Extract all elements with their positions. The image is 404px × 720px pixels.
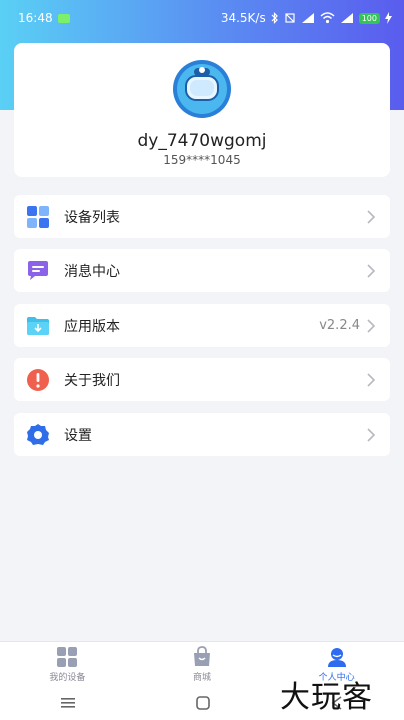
home-icon[interactable] [196,695,210,710]
bluetooth-icon [271,12,278,24]
shop-bag-icon [194,645,210,666]
username: dy_7470wgomj [137,131,267,151]
net-speed: 34.5K/s [220,11,266,25]
status-bar: 16:48 34.5K/s 100 [0,0,404,36]
menu-icon[interactable] [60,697,75,708]
gear-icon [27,423,49,445]
notification-icon [57,13,70,23]
chevron-right-icon [367,372,376,387]
avatar[interactable] [163,58,241,118]
grid-icon [27,205,49,228]
chevron-right-icon [367,263,376,278]
tab-shop[interactable]: 商城 [135,642,270,686]
chevron-right-icon [367,209,376,224]
chevron-right-icon [367,318,376,333]
info-icon [27,368,49,391]
message-icon [28,260,48,280]
menu-label: 消息中心 [64,263,120,280]
version-value: v2.2.4 [319,318,360,333]
menu-item-device-list[interactable]: 设备列表 [14,195,390,238]
watermark: 大玩客 [280,680,373,715]
menu-label: 应用版本 [64,318,120,335]
menu-label: 设置 [64,427,92,444]
charging-icon [385,12,392,24]
tab-label: 商城 [193,672,212,683]
menu-item-about-us[interactable]: 关于我们 [14,358,390,401]
signal-2-icon [340,13,353,23]
phone-number: 159****1045 [163,153,241,167]
tab-my-devices[interactable]: 我的设备 [0,642,135,686]
menu-item-app-version[interactable]: 应用版本 v2.2.4 [14,304,390,347]
battery-icon: 100 [358,12,380,24]
profile-card[interactable]: dy_7470wgomj 159****1045 [14,43,390,177]
status-time: 16:48 [18,11,53,25]
menu-item-settings[interactable]: 设置 [14,413,390,456]
person-icon [327,647,346,667]
menu-label: 设备列表 [64,209,120,226]
menu-label: 关于我们 [64,372,120,389]
chevron-right-icon [367,427,376,442]
alarm-icon [285,13,295,23]
wifi-icon [320,12,335,24]
signal-icon [301,13,314,23]
devices-icon [57,646,78,667]
menu-item-message-center[interactable]: 消息中心 [14,249,390,292]
tab-label: 我的设备 [49,672,86,683]
folder-icon [27,316,49,335]
